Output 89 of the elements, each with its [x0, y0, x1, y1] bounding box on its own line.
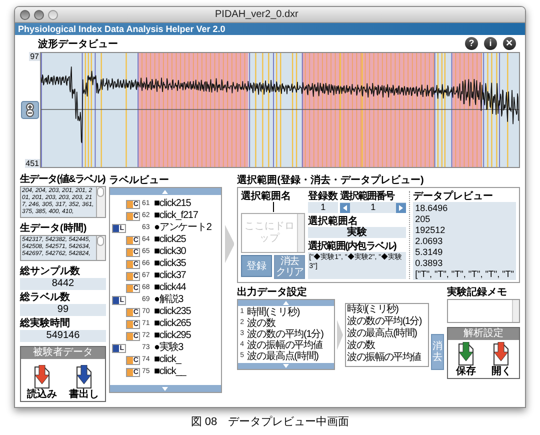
- down-arrow-icon: [162, 386, 168, 390]
- selected-output-item[interactable]: 波の数の平均(1分): [347, 316, 428, 328]
- stat-value: 549146: [20, 330, 106, 342]
- section-title: 波形データビュー: [38, 40, 118, 50]
- label-item[interactable]: ■click_f217: [154, 210, 198, 222]
- selection-name-value: 実験: [308, 227, 406, 238]
- chevron-arrow-icon: [337, 320, 344, 350]
- scroll-bar[interactable]: [512, 300, 519, 322]
- memo-field[interactable]: [447, 299, 520, 323]
- panel-title: 被験者データ: [21, 347, 105, 359]
- preview-value: 205: [415, 214, 432, 225]
- figure-caption: 図 08 データプレビュー中画面: [190, 414, 350, 430]
- label-item[interactable]: ■click30: [154, 246, 186, 258]
- up-arrow-icon: [162, 190, 168, 194]
- label-item[interactable]: ■click235: [154, 306, 191, 318]
- drop-hint: ここにドロップ: [244, 221, 296, 246]
- selected-output-item[interactable]: 波の数: [347, 340, 428, 352]
- label-item[interactable]: ●アンケート2: [154, 222, 212, 234]
- label-item[interactable]: ■click265: [154, 318, 191, 330]
- document-arrow-icon: [491, 342, 512, 366]
- selected-output-item[interactable]: 波の振幅の平均値: [347, 352, 428, 364]
- axis-label: 451: [24, 159, 40, 168]
- field-label: 選択範囲番号: [340, 191, 396, 202]
- stat-value: 8442: [20, 278, 106, 290]
- document-arrow-icon: [32, 365, 52, 389]
- field-label: データプレビュー: [413, 191, 494, 202]
- close-window-button[interactable]: [20, 10, 30, 20]
- scroll-bar[interactable]: [297, 214, 304, 252]
- text-cursor: [272, 202, 274, 212]
- stat-value: 99: [20, 304, 106, 316]
- field-label: 実験記録メモ: [447, 287, 508, 299]
- field-label: 登録数: [308, 191, 338, 202]
- help-button[interactable]: ?: [465, 37, 478, 50]
- output-item[interactable]: 波の振幅の平均値: [247, 340, 322, 351]
- output-item[interactable]: 波の最高点(時間): [247, 351, 318, 362]
- label-item[interactable]: ■click295: [154, 330, 191, 342]
- output-item[interactable]: 波の数の平均(1分): [247, 329, 324, 340]
- scroll-down-button[interactable]: [238, 363, 334, 369]
- label-item[interactable]: ■click__: [154, 366, 186, 378]
- section-title: 選択範囲(登録・消去・データプレビュー): [237, 175, 425, 187]
- label-item[interactable]: ■click_: [154, 354, 181, 366]
- section-title: 出力データ設定: [237, 287, 308, 299]
- panel-title: 解析設定: [448, 328, 519, 340]
- count-value: 1: [308, 202, 338, 213]
- scroll-up-button[interactable]: [238, 300, 334, 306]
- preview-value: 2.0693: [415, 236, 444, 247]
- import-button[interactable]: 読込み: [26, 365, 57, 400]
- field-label: 選択範囲(内包ラベル): [308, 241, 398, 252]
- document-arrow-icon: [456, 342, 476, 366]
- window-title: PIDAH_ver2_0.dxr: [215, 8, 298, 22]
- label-item[interactable]: ■click37: [154, 270, 186, 282]
- label-item[interactable]: ■click44: [154, 282, 186, 294]
- label-item[interactable]: ■click25: [154, 234, 186, 246]
- section-title: ラベルビュー: [108, 175, 170, 187]
- selected-output-item[interactable]: 時刻(ミリ秒): [347, 304, 428, 316]
- document-arrow-icon: [74, 365, 94, 389]
- index-value: 1: [370, 202, 377, 213]
- field-label: 総サンプル数: [20, 266, 81, 278]
- preview-value: 18.6496: [415, 203, 449, 214]
- label-item[interactable]: ■click215: [154, 198, 191, 210]
- minimize-window-button[interactable]: [34, 10, 44, 20]
- field-label: 生データ(時間): [20, 223, 88, 235]
- field-label: 選択範囲名: [241, 191, 292, 202]
- field-label: 生データ(値&ラベル): [20, 174, 106, 186]
- next-button[interactable]: [396, 202, 406, 212]
- preview-value: 5.3149: [415, 247, 444, 258]
- chevron-arrow-icon: [224, 224, 234, 264]
- save-button[interactable]: 保存: [456, 342, 476, 377]
- label-item[interactable]: ■click35: [154, 258, 186, 270]
- field-label: 総ラベル数: [20, 292, 71, 304]
- preview-value: 0.3893: [415, 258, 444, 269]
- axis-label: 97: [29, 52, 40, 61]
- previous-button[interactable]: [340, 202, 350, 212]
- field-label: 選択範囲名: [308, 216, 358, 227]
- field-label: 総実験時間: [20, 318, 71, 330]
- output-item[interactable]: 時間(ミリ秒): [247, 307, 300, 318]
- label-item[interactable]: ●解説3: [154, 294, 184, 306]
- output-item[interactable]: 波の数: [247, 318, 276, 329]
- export-button[interactable]: 書出し: [68, 365, 99, 400]
- zoom-icon[interactable]: [21, 101, 39, 119]
- preview-value: 192512: [415, 225, 446, 236]
- open-button[interactable]: 開く: [491, 342, 512, 377]
- preview-value: ["T", "T", "T", "T", "T", "T": [415, 269, 514, 280]
- info-button[interactable]: i: [484, 37, 497, 50]
- zoom-window-button[interactable]: [48, 10, 58, 20]
- selected-output-item[interactable]: 波の最高点(時間): [347, 328, 428, 340]
- label-item[interactable]: ●実験3: [154, 342, 184, 354]
- close-button[interactable]: ✕: [503, 37, 516, 50]
- app-title: Physiological Index Data Analysis Helper Ver 2.0: [18, 24, 226, 34]
